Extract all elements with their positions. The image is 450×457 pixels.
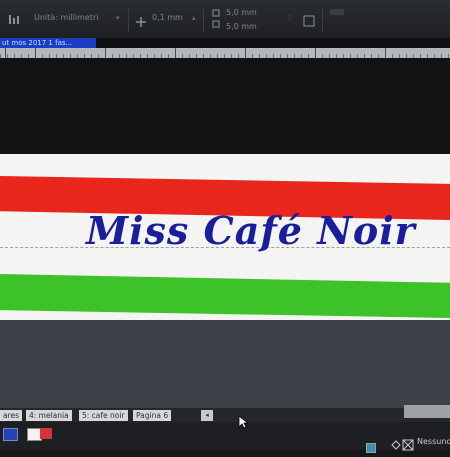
page-tab-pagina-6[interactable]: Pagina 6 bbox=[133, 410, 172, 421]
page-tab-cafe-noir[interactable]: 5: cafe noir bbox=[79, 410, 128, 421]
height-input[interactable]: 5,0 mm bbox=[226, 22, 257, 31]
ruler-major-ticks bbox=[0, 48, 450, 58]
size-icon bbox=[212, 8, 222, 34]
scroll-left-icon[interactable]: ◂ bbox=[201, 410, 213, 421]
divider bbox=[203, 8, 204, 32]
control-bar: Unità: millimetri ▾ 0,1 mm ▴ 5,0 mm 5,0 … bbox=[0, 0, 450, 38]
divider bbox=[128, 8, 129, 32]
link-icon[interactable]: ⋮ bbox=[286, 14, 293, 22]
document-page[interactable]: Miss Café Noir bbox=[0, 154, 450, 320]
divider bbox=[322, 8, 323, 32]
nudge-chevron-icon[interactable]: ▴ bbox=[192, 14, 196, 22]
transform-icon[interactable] bbox=[303, 12, 315, 31]
nudge-input[interactable]: 0,1 mm bbox=[152, 13, 183, 22]
align-icon[interactable] bbox=[8, 10, 22, 29]
red-color-swatch[interactable] bbox=[40, 428, 52, 439]
fill-none-label: Nessuno bbox=[417, 437, 450, 446]
status-bar bbox=[0, 422, 450, 450]
cursor-icon bbox=[238, 414, 250, 433]
pasteboard-lower[interactable] bbox=[0, 320, 450, 410]
logo-text[interactable]: Miss Café Noir bbox=[86, 208, 446, 268]
stroke-color-swatch[interactable] bbox=[3, 428, 18, 441]
document-tab[interactable]: ut mos 2017 1 fas... bbox=[0, 38, 98, 48]
green-stripe[interactable] bbox=[0, 274, 450, 318]
swatch-icon[interactable] bbox=[330, 2, 344, 21]
page-tab-ares[interactable]: ares bbox=[0, 410, 23, 421]
no-fill-icon[interactable] bbox=[390, 436, 414, 455]
tab-strip bbox=[96, 38, 450, 48]
unit-chevron-icon[interactable]: ▾ bbox=[116, 14, 120, 22]
horizontal-scrollbar[interactable] bbox=[404, 405, 450, 418]
color-wheel-icon[interactable] bbox=[365, 438, 377, 457]
unit-label[interactable]: Unità: millimetri bbox=[34, 13, 98, 22]
width-input[interactable]: 5,0 mm bbox=[226, 8, 257, 17]
move-icon bbox=[136, 12, 146, 31]
page-tab-melania[interactable]: 4: melania bbox=[26, 410, 72, 421]
